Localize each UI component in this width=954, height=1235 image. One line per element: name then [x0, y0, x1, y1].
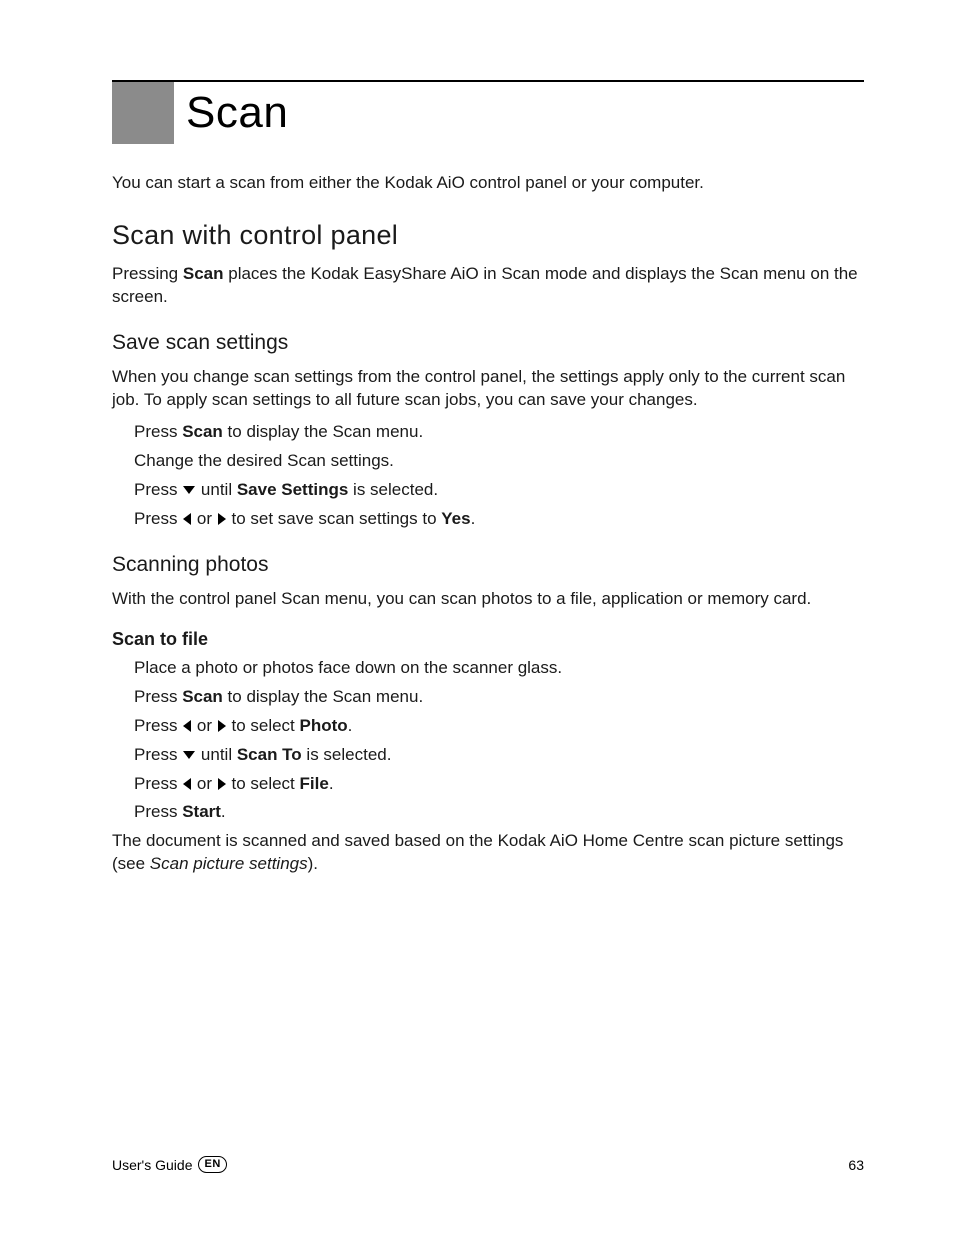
page-footer: User's Guide EN 63 [112, 1156, 864, 1173]
text: Pressing [112, 264, 183, 283]
step: Press Start. [134, 801, 864, 824]
text: to set save scan settings to [227, 509, 442, 528]
left-arrow-icon [183, 778, 191, 790]
text: or [192, 716, 217, 735]
text: until [196, 745, 237, 764]
start-bold: Start [182, 802, 221, 821]
scan-bold: Scan [182, 687, 223, 706]
text: places the Kodak EasyShare AiO in Scan m… [112, 264, 858, 306]
text: . [221, 802, 226, 821]
save-settings-bold: Save Settings [237, 480, 349, 499]
right-arrow-icon [218, 778, 226, 790]
left-arrow-icon [183, 513, 191, 525]
text: Press [134, 745, 182, 764]
footer-guide-label: User's Guide [112, 1157, 192, 1173]
text: Press [134, 716, 182, 735]
file-bold: File [300, 774, 329, 793]
language-badge: EN [198, 1156, 226, 1173]
text: until [196, 480, 237, 499]
heading-scan-to-file: Scan to file [112, 627, 864, 651]
text: . [348, 716, 353, 735]
step: Press Scan to display the Scan menu. [134, 421, 864, 444]
scan-bold: Scan [182, 422, 223, 441]
save-settings-steps: Press Scan to display the Scan menu. Cha… [134, 421, 864, 531]
text: Press [134, 774, 182, 793]
scan-bold: Scan [183, 264, 224, 283]
text: is selected. [302, 745, 392, 764]
left-arrow-icon [183, 720, 191, 732]
footer-left: User's Guide EN [112, 1156, 227, 1173]
step: Place a photo or photos face down on the… [134, 657, 864, 680]
step: Change the desired Scan settings. [134, 450, 864, 473]
page-number: 63 [848, 1157, 864, 1173]
yes-bold: Yes [441, 509, 470, 528]
text: Press [134, 687, 182, 706]
text: or [192, 509, 217, 528]
text: Press [134, 802, 182, 821]
heading-scanning-photos: Scanning photos [112, 551, 864, 579]
top-rule [112, 80, 864, 82]
right-arrow-icon [218, 513, 226, 525]
scan-to-bold: Scan To [237, 745, 302, 764]
text: to display the Scan menu. [223, 422, 423, 441]
text: or [192, 774, 217, 793]
step: Press or to select File. [134, 773, 864, 796]
text: to select [227, 716, 300, 735]
step: Press until Save Settings is selected. [134, 479, 864, 502]
text: is selected. [348, 480, 438, 499]
step: Press Scan to display the Scan menu. [134, 686, 864, 709]
control-panel-paragraph: Pressing Scan places the Kodak EasyShare… [112, 263, 864, 309]
text: to select [227, 774, 300, 793]
right-arrow-icon [218, 720, 226, 732]
step: Press or to set save scan settings to Ye… [134, 508, 864, 531]
heading-save-settings: Save scan settings [112, 329, 864, 357]
text: Press [134, 509, 182, 528]
closing-paragraph: The document is scanned and saved based … [112, 830, 864, 876]
scan-to-file-steps: Place a photo or photos face down on the… [134, 657, 864, 825]
scanning-photos-paragraph: With the control panel Scan menu, you ca… [112, 588, 864, 611]
step: Press or to select Photo. [134, 715, 864, 738]
page-title: Scan [186, 88, 288, 138]
photo-bold: Photo [300, 716, 348, 735]
chapter-block [112, 82, 174, 144]
text: ). [308, 854, 318, 873]
save-settings-paragraph: When you change scan settings from the c… [112, 366, 864, 412]
down-arrow-icon [183, 486, 195, 494]
text: Press [134, 422, 182, 441]
down-arrow-icon [183, 751, 195, 759]
text: to display the Scan menu. [223, 687, 423, 706]
heading-control-panel: Scan with control panel [112, 217, 864, 253]
scan-picture-settings-italic: Scan picture settings [150, 854, 308, 873]
text: . [471, 509, 476, 528]
text: . [329, 774, 334, 793]
step: Press until Scan To is selected. [134, 744, 864, 767]
text: Press [134, 480, 182, 499]
intro-paragraph: You can start a scan from either the Kod… [112, 172, 864, 195]
